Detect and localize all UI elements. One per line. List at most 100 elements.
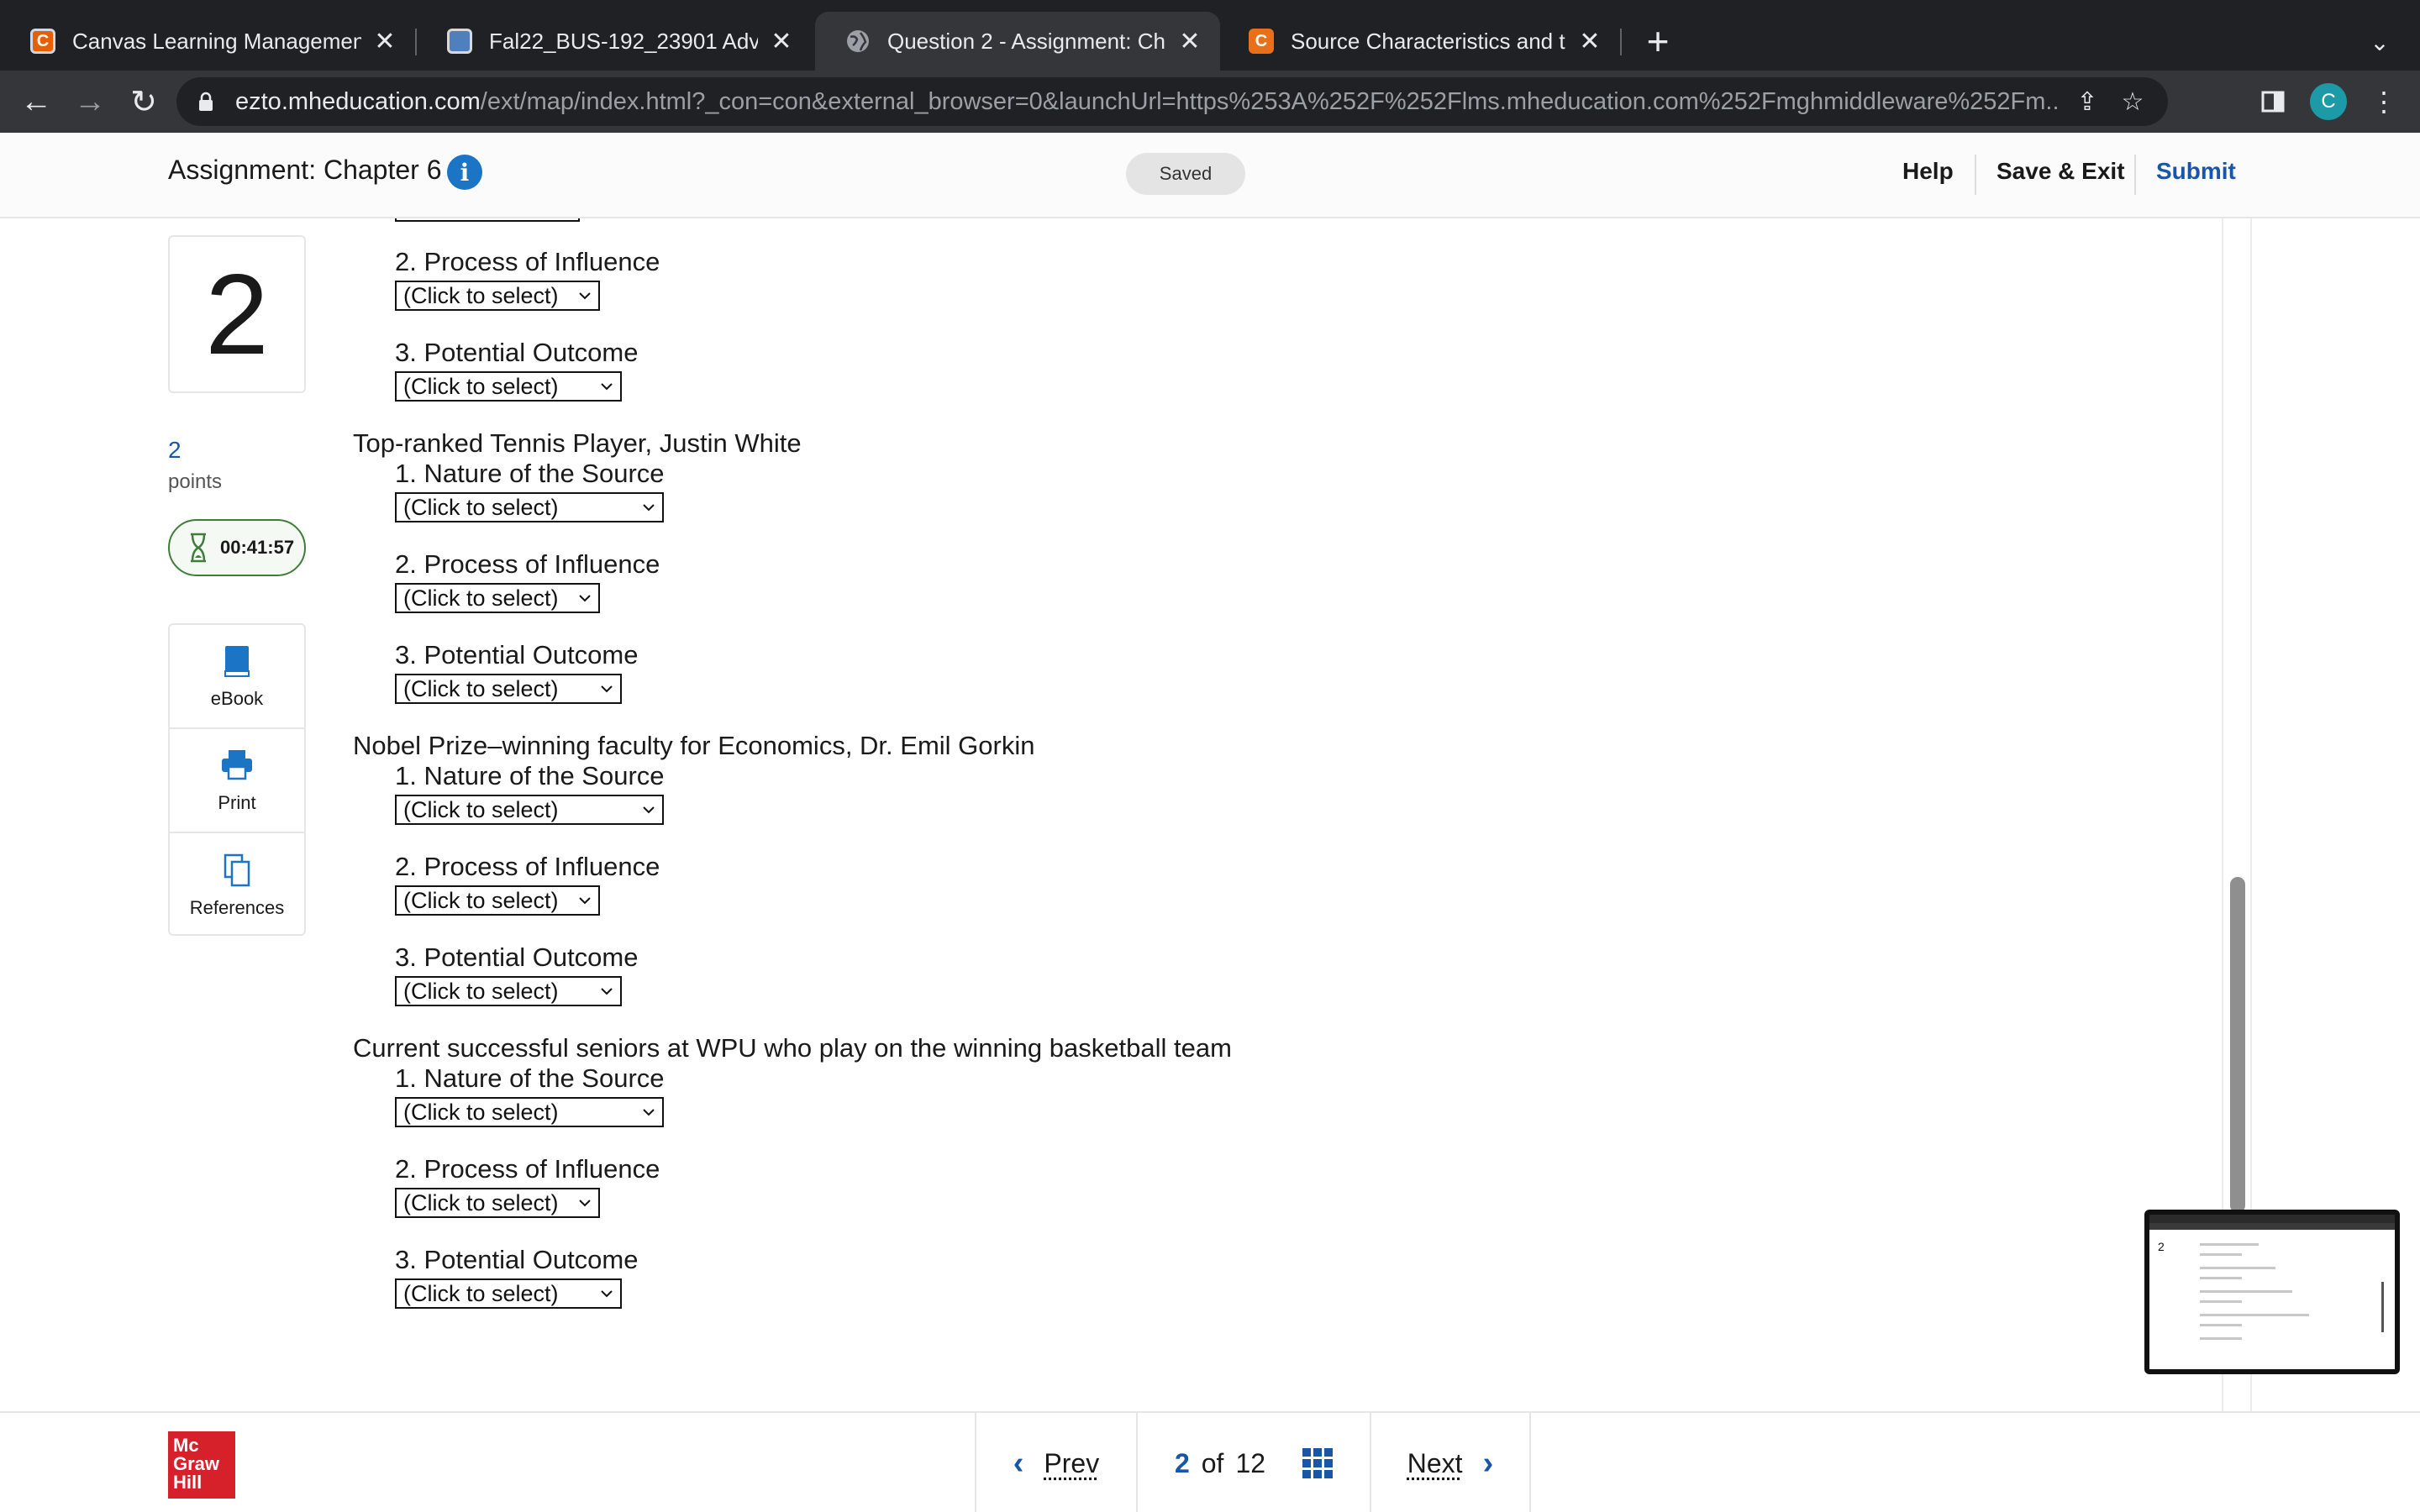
potential-outcome-select[interactable]: (Click to select) — [395, 976, 622, 1006]
potential-outcome-select[interactable]: (Click to select) — [395, 1278, 622, 1309]
lock-icon — [193, 89, 218, 114]
assignment-title: Assignment: Chapter 6 — [168, 155, 442, 186]
chevron-down-icon — [578, 289, 592, 302]
help-button[interactable]: Help — [1902, 158, 1954, 185]
question-content: 2. Process of Influence (Click to select… — [353, 218, 2202, 1411]
chevron-down-icon — [578, 894, 592, 907]
chevron-down-icon — [600, 380, 613, 393]
tools-panel: eBook Print References — [168, 623, 306, 936]
select-value: (Click to select) — [403, 676, 559, 702]
close-tab-icon[interactable]: ✕ — [370, 26, 400, 56]
tab-title: Source Characteristics and the — [1291, 29, 1566, 55]
browser-toolbar: ← → ↻ ezto.mheducation.com/ext/map/index… — [0, 71, 2420, 133]
chevron-down-icon — [578, 1196, 592, 1210]
chevron-right-icon: › — [1483, 1446, 1494, 1482]
thumbnail-line — [2200, 1337, 2242, 1340]
footer-bar: Mc Graw Hill ‹ Prev 2 of 12 Next › — [0, 1411, 2420, 1512]
mcgraw-hill-logo: Mc Graw Hill — [168, 1431, 235, 1499]
nature-of-source-select[interactable]: (Click to select) — [395, 1097, 664, 1127]
partial-dropdown[interactable] — [395, 218, 580, 222]
browser-tab-question[interactable]: Question 2 - Assignment: Chap ✕ — [815, 12, 1220, 71]
nature-of-source-select[interactable]: (Click to select) — [395, 492, 664, 522]
ebook-button[interactable]: eBook — [170, 625, 304, 729]
back-arrow-icon[interactable]: ← — [13, 79, 59, 124]
book-icon — [218, 643, 255, 680]
browser-tab-source[interactable]: C Source Characteristics and the ✕ — [1218, 12, 1620, 71]
screen-thumbnail-preview[interactable]: 2 — [2144, 1210, 2400, 1374]
more-menu-icon[interactable]: ⋮ — [2361, 79, 2407, 124]
thumbnail-scrollbar — [2381, 1282, 2384, 1332]
info-icon[interactable]: i — [447, 155, 482, 190]
scrollbar-thumb[interactable] — [2230, 877, 2245, 1213]
tab-title: Canvas Learning Management — [72, 29, 361, 55]
criterion-label: 2. Process of Influence — [395, 852, 660, 882]
tab-divider — [1620, 29, 1622, 55]
process-of-influence-select[interactable]: (Click to select) — [395, 281, 600, 311]
url-text: ezto.mheducation.com/ext/map/index.html?… — [235, 88, 2060, 116]
thumbnail-line — [2200, 1314, 2309, 1316]
subject-title: Top-ranked Tennis Player, Justin White — [353, 428, 802, 459]
save-exit-button[interactable]: Save & Exit — [1996, 158, 2125, 185]
documents-icon — [218, 852, 255, 889]
thumbnail-line — [2200, 1324, 2242, 1326]
logo-line: Hill — [173, 1473, 235, 1492]
browser-tab-canvas[interactable]: C Canvas Learning Management ✕ — [0, 12, 415, 71]
printer-icon — [218, 747, 255, 784]
question-map-button[interactable]: 2 of 12 — [1136, 1413, 1370, 1512]
criterion-label: 3. Potential Outcome — [395, 338, 639, 368]
next-button[interactable]: Next › — [1370, 1413, 1531, 1512]
process-of-influence-select[interactable]: (Click to select) — [395, 583, 600, 613]
criterion-label: 1. Nature of the Source — [395, 459, 665, 489]
select-value: (Click to select) — [403, 374, 559, 400]
course-favicon-icon — [447, 29, 472, 54]
criterion-label: 1. Nature of the Source — [395, 761, 665, 791]
chevron-down-icon — [642, 1105, 655, 1119]
tab-title: Question 2 - Assignment: Chap — [887, 29, 1166, 55]
prev-label: Prev — [1044, 1448, 1099, 1479]
browser-tab-course[interactable]: Fal22_BUS-192_23901 Adverti ✕ — [417, 12, 812, 71]
select-value: (Click to select) — [403, 797, 559, 823]
reload-icon[interactable]: ↻ — [121, 79, 166, 124]
forward-arrow-icon[interactable]: → — [67, 79, 113, 124]
print-button[interactable]: Print — [170, 729, 304, 833]
close-tab-icon[interactable]: ✕ — [766, 26, 797, 56]
share-icon[interactable]: ⇪ — [2069, 83, 2106, 120]
tab-search-chevron-icon[interactable]: ⌄ — [2361, 24, 2398, 60]
close-tab-icon[interactable]: ✕ — [1575, 26, 1605, 56]
browser-tab-strip: C Canvas Learning Management ✕ Fal22_BUS… — [0, 0, 2420, 71]
select-value: (Click to select) — [403, 1100, 559, 1126]
potential-outcome-select[interactable]: (Click to select) — [395, 371, 622, 402]
current-page: 2 — [1175, 1448, 1190, 1479]
nature-of-source-select[interactable]: (Click to select) — [395, 795, 664, 825]
submit-button[interactable]: Submit — [2156, 158, 2236, 185]
potential-outcome-select[interactable]: (Click to select) — [395, 674, 622, 704]
chevron-left-icon: ‹ — [1013, 1446, 1024, 1482]
of-label: of — [1202, 1448, 1224, 1479]
process-of-influence-select[interactable]: (Click to select) — [395, 885, 600, 916]
logo-line: Mc — [173, 1436, 235, 1455]
header-divider — [2134, 155, 2136, 195]
profile-avatar[interactable]: C — [2306, 79, 2351, 124]
tool-label: References — [190, 897, 285, 919]
close-tab-icon[interactable]: ✕ — [1175, 26, 1205, 56]
bookmark-star-icon[interactable]: ☆ — [2114, 83, 2151, 120]
criterion-label: 1. Nature of the Source — [395, 1063, 665, 1094]
criterion-label: 2. Process of Influence — [395, 1154, 660, 1184]
side-panel-icon[interactable] — [2250, 79, 2296, 124]
address-bar[interactable]: ezto.mheducation.com/ext/map/index.html?… — [176, 77, 2168, 126]
canvas-favicon-icon: C — [30, 29, 55, 54]
thumbnail-line — [2200, 1267, 2275, 1269]
references-button[interactable]: References — [170, 833, 304, 937]
select-value: (Click to select) — [403, 888, 559, 914]
profile-initial: C — [2310, 83, 2347, 120]
select-value: (Click to select) — [403, 979, 559, 1005]
globe-icon — [845, 29, 871, 54]
new-tab-icon[interactable]: + — [1637, 20, 1679, 62]
chevron-down-icon — [578, 591, 592, 605]
criterion-label: 2. Process of Influence — [395, 247, 660, 277]
subject-title: Nobel Prize–winning faculty for Economic… — [353, 731, 1034, 761]
prev-button[interactable]: ‹ Prev — [975, 1413, 1136, 1512]
thumbnail-toolbar — [2149, 1223, 2395, 1230]
criterion-label: 3. Potential Outcome — [395, 1245, 639, 1275]
process-of-influence-select[interactable]: (Click to select) — [395, 1188, 600, 1218]
